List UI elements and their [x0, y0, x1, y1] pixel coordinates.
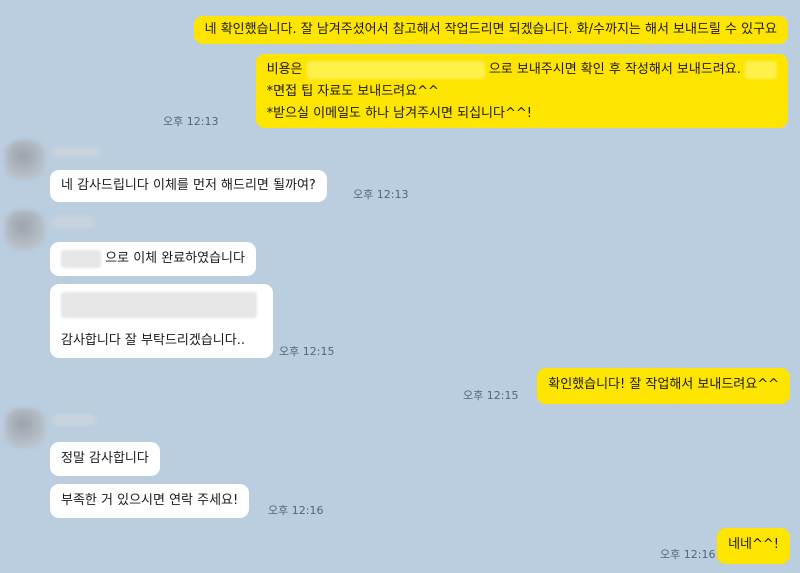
- message-text: 비용은: [266, 62, 303, 77]
- redacted-content: [745, 60, 777, 79]
- message-text: 부족한 거 있으시면 연락 주세요!: [61, 493, 239, 508]
- redacted-content: [61, 292, 257, 318]
- my-message-bubble[interactable]: 비용은 으로 보내주시면 확인 후 작성해서 보내드려요. *면접 팁 자료도 …: [255, 54, 788, 128]
- their-message-bubble[interactable]: 정말 감사합니다: [50, 442, 160, 476]
- message-timestamp: 오후 12:16: [660, 548, 716, 561]
- sender-avatar[interactable]: [5, 210, 45, 250]
- message-line: 감사합니다 잘 부탁드리겠습니다..: [61, 333, 245, 348]
- message-text: 확인했습니다! 잘 작업해서 보내드려요^^: [548, 377, 779, 392]
- chat-window: 네 확인했습니다. 잘 남겨주셨어서 참고해서 작업드리면 되겠습니다. 화/수…: [0, 0, 800, 573]
- sender-name: [52, 216, 94, 228]
- their-message-bubble[interactable]: 감사합니다 잘 부탁드리겠습니다..: [50, 284, 273, 358]
- message-timestamp: 오후 12:13: [163, 115, 219, 128]
- my-message-bubble[interactable]: 확인했습니다! 잘 작업해서 보내드려요^^: [537, 368, 790, 404]
- message-text: 네 감사드립니다 이체를 먼저 해드리면 될까여?: [61, 178, 316, 193]
- message-timestamp: 오후 12:13: [353, 188, 409, 201]
- message-line: 비용은 으로 보내주시면 확인 후 작성해서 보내드려요.: [267, 59, 777, 81]
- message-line: *받으실 이메일도 하나 남겨주시면 되십니다^^!: [266, 106, 532, 121]
- their-message-bubble[interactable]: 부족한 거 있으시면 연락 주세요!: [50, 484, 250, 518]
- sender-name: [52, 414, 96, 426]
- message-text: 네 확인했습니다. 잘 남겨주셨어서 참고해서 작업드리면 되겠습니다. 화/수…: [204, 22, 777, 37]
- redacted-content: [61, 249, 101, 268]
- redacted-content: [306, 60, 485, 79]
- sender-avatar[interactable]: [5, 140, 45, 180]
- message-timestamp: 오후 12:16: [268, 504, 324, 517]
- their-message-bubble[interactable]: 네 감사드립니다 이체를 먼저 해드리면 될까여?: [50, 170, 327, 202]
- my-message-bubble[interactable]: 네 확인했습니다. 잘 남겨주셨어서 참고해서 작업드리면 되겠습니다. 화/수…: [193, 16, 788, 44]
- message-text: 으로 보내주시면 확인 후 작성해서 보내드려요.: [488, 62, 741, 77]
- message-timestamp: 오후 12:15: [279, 345, 335, 358]
- their-message-bubble[interactable]: 으로 이체 완료하였습니다: [50, 242, 256, 276]
- sender-name: [52, 146, 100, 158]
- sender-avatar[interactable]: [5, 408, 45, 448]
- message-text: 네네^^!: [728, 537, 779, 552]
- message-text: 으로 이체 완료하였습니다: [105, 251, 245, 266]
- message-line: *면접 팁 자료도 보내드려요^^: [266, 84, 439, 99]
- message-timestamp: 오후 12:15: [463, 389, 519, 402]
- message-text: 정말 감사합니다: [61, 451, 149, 466]
- my-message-bubble[interactable]: 네네^^!: [717, 528, 790, 564]
